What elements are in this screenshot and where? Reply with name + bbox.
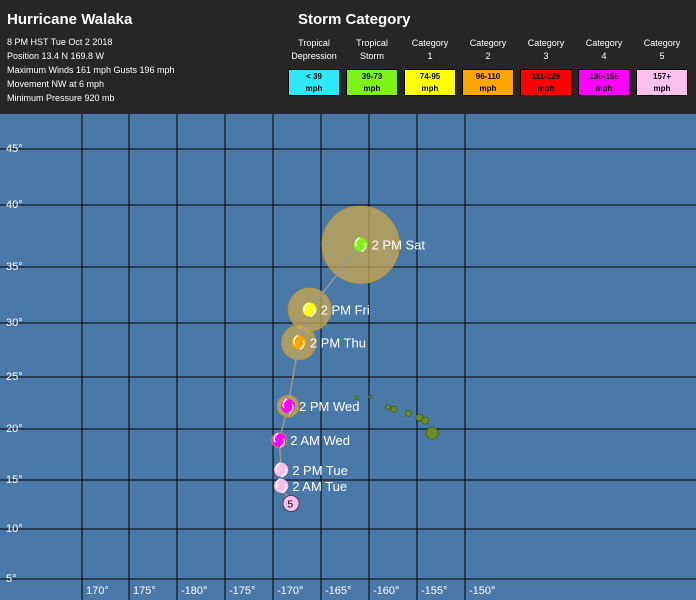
storm-movement: Movement NW at 6 mph xyxy=(7,79,105,89)
legend-wind-unit: mph xyxy=(537,83,555,93)
legend-wind-unit: mph xyxy=(479,83,497,93)
legend-swatch: 130-156 mph xyxy=(578,69,630,96)
legend-category-subname: Storm xyxy=(359,51,384,61)
legend-category-label: Category 2 xyxy=(459,37,517,63)
island-shape xyxy=(385,404,391,411)
legend-category-name: Category xyxy=(585,38,623,48)
island-shape xyxy=(405,410,412,417)
latitude-label: 15° xyxy=(6,474,23,486)
legend-wind-range: < 39 xyxy=(306,71,322,81)
legend-swatch: 96-110 mph xyxy=(462,69,514,96)
forecast-point[interactable]: 2 PM Sat xyxy=(353,237,426,253)
forecast-point[interactable]: 2 PM Fri xyxy=(302,301,370,318)
longitude-label: -155° xyxy=(421,585,447,597)
legend-swatch: 157+ mph xyxy=(636,69,688,96)
legend-category-name: Tropical xyxy=(356,38,388,48)
forecast-time-label: 2 PM Sat xyxy=(372,238,426,253)
map-canvas[interactable]: 45° 40° 35° 30° 25° 20° 15° 10° 5° 170° 175° -180° -… xyxy=(0,114,696,600)
latitude-label: 40° xyxy=(6,199,23,211)
legend-swatch: < 39 mph xyxy=(288,69,340,96)
longitude-label: -170° xyxy=(277,585,303,597)
latitude-label: 35° xyxy=(6,261,23,273)
legend-category-name: Category xyxy=(411,38,449,48)
longitude-label: 170° xyxy=(86,585,109,597)
legend-category-subname: 5 xyxy=(659,51,665,61)
legend-category-name: Category xyxy=(469,38,507,48)
legend-swatch: 111-129 mph xyxy=(520,69,572,96)
legend-wind-unit: mph xyxy=(595,83,613,93)
max-winds: Maximum Winds 161 mph Gusts 196 mph xyxy=(7,65,175,75)
forecast-time-label: 2 PM Wed xyxy=(299,399,359,414)
current-category-number: 5 xyxy=(288,500,294,511)
header-panel: Hurricane Walaka 8 PM HST Tue Oct 2 2018… xyxy=(0,0,696,114)
legend-wind-range: 96-110 xyxy=(475,71,501,81)
island-shape xyxy=(390,405,398,413)
storm-position: Position 13.4 N 169.8 W xyxy=(7,51,105,61)
longitude-label: 175° xyxy=(133,585,156,597)
latitude-label: 45° xyxy=(6,143,23,155)
legend-wind-range: 157+ xyxy=(652,71,672,81)
legend-wind-range: 74-95 xyxy=(419,71,441,81)
advisory-time: 8 PM HST Tue Oct 2 2018 xyxy=(7,37,113,47)
storm-name: Hurricane Walaka xyxy=(7,11,133,28)
ocean-background xyxy=(0,114,696,600)
forecast-time-label: 2 PM Fri xyxy=(321,303,370,318)
latitude-label: 5° xyxy=(6,573,17,585)
island-shape xyxy=(368,394,373,399)
legend-category-label: Tropical Storm xyxy=(343,37,401,63)
legend-wind-unit: mph xyxy=(363,83,381,93)
legend-wind-range: 39-73 xyxy=(361,71,383,81)
legend-category-label: Category 4 xyxy=(575,37,633,63)
latitude-label: 30° xyxy=(6,317,23,329)
legend-wind-range: 130-156 xyxy=(589,71,619,81)
forecast-point[interactable]: 2 AM Tue xyxy=(274,478,347,494)
legend-category-name: Tropical xyxy=(298,38,330,48)
longitude-label: -180° xyxy=(181,585,207,597)
current-position[interactable]: 5 xyxy=(282,495,300,512)
forecast-time-label: 2 AM Wed xyxy=(290,433,350,448)
legend-category-subname: Depression xyxy=(291,51,337,61)
longitude-label: -175° xyxy=(229,585,255,597)
legend-swatch: 74-95 mph xyxy=(404,69,456,96)
forecast-time-label: 2 PM Tue xyxy=(292,463,348,478)
latitude-label: 25° xyxy=(6,371,23,383)
legend-category-label: Category 1 xyxy=(401,37,459,63)
legend-wind-unit: mph xyxy=(421,83,439,93)
longitude-label: -165° xyxy=(325,585,351,597)
legend-category-name: Category xyxy=(643,38,681,48)
legend-wind-unit: mph xyxy=(653,83,671,93)
legend-category-subname: 3 xyxy=(543,51,549,61)
min-pressure: Minimum Pressure 920 mb xyxy=(7,93,115,103)
legend-wind-range: 111-129 xyxy=(531,71,561,81)
latitude-label: 20° xyxy=(6,423,23,435)
longitude-label: -150° xyxy=(469,585,495,597)
latitude-label: 10° xyxy=(6,523,23,535)
legend-category-subname: 4 xyxy=(601,51,607,61)
legend-swatch: 39-73 mph xyxy=(346,69,398,96)
island-shape xyxy=(421,416,430,425)
island-shape xyxy=(425,426,439,440)
legend-category-name: Category xyxy=(527,38,565,48)
longitude-label: -160° xyxy=(373,585,399,597)
legend-category-label: Category 3 xyxy=(517,37,575,63)
forecast-time-label: 2 PM Thu xyxy=(310,335,366,350)
forecast-time-label: 2 AM Tue xyxy=(292,479,347,494)
storm-track-map[interactable]: 45° 40° 35° 30° 25° 20° 15° 10° 5° 170° 175° -180° -… xyxy=(0,114,696,600)
legend-category-label: Tropical Depression xyxy=(285,37,343,63)
legend-wind-unit: mph xyxy=(305,83,323,93)
legend-category-subname: 2 xyxy=(485,51,491,61)
legend-category-label: Category 5 xyxy=(633,37,691,63)
legend-category-subname: 1 xyxy=(427,51,433,61)
legend-title: Storm Category xyxy=(298,11,411,28)
